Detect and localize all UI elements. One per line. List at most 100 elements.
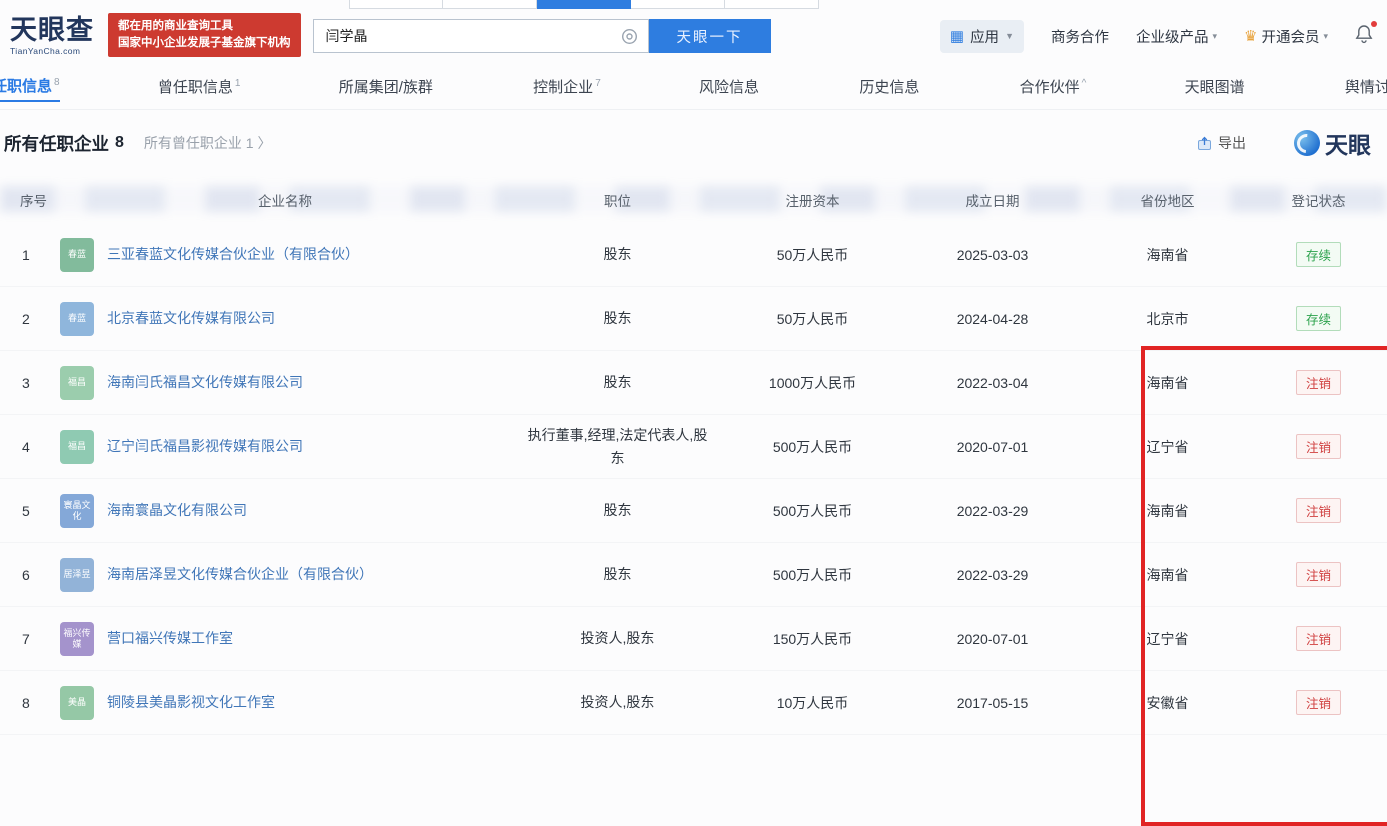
table-row: 3 福昌 海南闫氏福昌文化传媒有限公司 股东 1000万人民币 2022-03-… bbox=[0, 351, 1387, 415]
tab-count: 1 bbox=[234, 78, 241, 89]
profile-tab[interactable]: 天眼图谱 bbox=[1185, 76, 1247, 101]
profile-tab[interactable]: 历史信息 bbox=[859, 76, 921, 101]
profile-tab[interactable]: 曾任职信息 1 bbox=[158, 76, 241, 101]
table-row: 1 春蓝 三亚春蓝文化传媒合伙企业（有限合伙） 股东 50万人民币 2025-0… bbox=[0, 223, 1387, 287]
company-logo: 春蓝 bbox=[60, 237, 94, 272]
nav-enterprise-products[interactable]: 企业级产品 ▾ bbox=[1136, 26, 1217, 47]
search-type-tab[interactable] bbox=[349, 0, 443, 9]
camera-search-icon[interactable] bbox=[621, 28, 638, 45]
tab-label: 合作伙伴 bbox=[1019, 79, 1080, 96]
watermark-text: 天眼 bbox=[1325, 132, 1371, 158]
search-button[interactable]: 天眼一下 bbox=[648, 19, 771, 53]
nav-apps-label: 应用 bbox=[970, 29, 1000, 46]
date-cell: 2022-03-29 bbox=[956, 502, 1029, 519]
search-type-tab[interactable] bbox=[725, 0, 819, 9]
company-name-link[interactable]: 北京春蓝文化传媒有限公司 bbox=[107, 308, 275, 328]
nav-open-vip[interactable]: ♛ 开通会员 ▾ bbox=[1244, 26, 1328, 47]
status-badge: 注销 bbox=[1295, 562, 1341, 587]
position-cell: 股东 bbox=[603, 566, 632, 583]
nav-business-coop[interactable]: 商务合作 bbox=[1051, 26, 1109, 47]
table-body: 1 春蓝 三亚春蓝文化传媒合伙企业（有限合伙） 股东 50万人民币 2025-0… bbox=[0, 223, 1387, 735]
position-cell: 股东 bbox=[603, 374, 632, 391]
search-type-tab[interactable] bbox=[631, 0, 725, 9]
profile-tab[interactable]: 所属集团/族群 bbox=[339, 76, 435, 101]
former-positions-link[interactable]: 所有曾任职企业 1 〉 bbox=[144, 133, 272, 153]
export-label: 导出 bbox=[1218, 135, 1246, 151]
row-index: 7 bbox=[22, 630, 30, 647]
bell-icon bbox=[1355, 25, 1373, 44]
status-badge: 存续 bbox=[1295, 306, 1341, 331]
col-header-capital: 注册资本 bbox=[785, 194, 840, 209]
tab-count: 8 bbox=[54, 77, 60, 88]
profile-tab[interactable]: 控制企业 7 bbox=[533, 76, 601, 101]
province-cell: 安徽省 bbox=[1146, 694, 1189, 711]
province-cell: 辽宁省 bbox=[1146, 630, 1189, 647]
table-row: 6 居泽昱 海南居泽昱文化传媒合伙企业（有限合伙） 股东 500万人民币 202… bbox=[0, 543, 1387, 607]
table-row: 7 福兴传媒 营口福兴传媒工作室 投资人,股东 150万人民币 2020-07-… bbox=[0, 607, 1387, 671]
company-name-link[interactable]: 海南寰晶文化有限公司 bbox=[107, 500, 247, 520]
province-cell: 辽宁省 bbox=[1146, 438, 1189, 455]
export-button[interactable]: 导出 bbox=[1197, 133, 1246, 153]
tab-count: 7 bbox=[595, 78, 601, 89]
nav-business-label: 商务合作 bbox=[1050, 29, 1109, 46]
chevron-down-icon: ▾ bbox=[1323, 30, 1328, 41]
table-row: 2 春蓝 北京春蓝文化传媒有限公司 股东 50万人民币 2024-04-28 北… bbox=[0, 287, 1387, 351]
profile-tab[interactable]: 任职信息8 bbox=[0, 75, 60, 102]
row-index: 5 bbox=[22, 502, 30, 519]
position-cell: 股东 bbox=[603, 502, 632, 519]
table-row: 5 寰晶文化 海南寰晶文化有限公司 股东 500万人民币 2022-03-29 … bbox=[0, 479, 1387, 543]
search-type-tabs bbox=[349, 0, 819, 9]
province-cell: 海南省 bbox=[1146, 502, 1189, 519]
company-name-link[interactable]: 辽宁闫氏福昌影视传媒有限公司 bbox=[107, 436, 303, 456]
position-cell: 投资人,股东 bbox=[580, 630, 655, 647]
apps-grid-icon: ▦ bbox=[949, 27, 965, 45]
company-logo: 福昌 bbox=[60, 365, 94, 400]
profile-tab[interactable]: 合作伙伴 ^ bbox=[1020, 76, 1087, 101]
top-header: 天眼查 TianYanCha.com 都在用的商业查询工具 国家中小企业发展子基… bbox=[0, 0, 1387, 60]
tianyancha-logo[interactable]: 天眼查 TianYanCha.com bbox=[10, 16, 94, 56]
status-badge: 注销 bbox=[1295, 498, 1341, 523]
company-logo: 春蓝 bbox=[60, 301, 94, 336]
capital-cell: 10万人民币 bbox=[776, 694, 849, 711]
tab-label: 历史信息 bbox=[859, 79, 920, 96]
tianyan-watermark: 天眼 bbox=[1294, 126, 1371, 160]
col-header-province: 省份地区 bbox=[1140, 194, 1195, 209]
company-name-link[interactable]: 三亚春蓝文化传媒合伙企业（有限合伙） bbox=[107, 244, 359, 264]
search-input[interactable] bbox=[323, 27, 621, 45]
export-icon bbox=[1198, 136, 1211, 150]
chevron-down-icon: ▾ bbox=[1212, 30, 1218, 41]
province-cell: 北京市 bbox=[1146, 310, 1189, 327]
company-logo: 居泽昱 bbox=[60, 557, 94, 592]
tab-label: 所属集团/族群 bbox=[338, 79, 433, 96]
date-cell: 2025-03-03 bbox=[956, 246, 1029, 263]
status-badge: 注销 bbox=[1295, 626, 1341, 651]
company-name-link[interactable]: 营口福兴传媒工作室 bbox=[107, 628, 233, 648]
crown-icon: ♛ bbox=[1244, 28, 1258, 45]
tianyan-eye-icon bbox=[1294, 130, 1320, 156]
profile-tab[interactable]: 舆情讨 bbox=[1345, 76, 1387, 101]
section-title: 所有任职企业 bbox=[4, 133, 109, 154]
tab-label: 控制企业 bbox=[533, 79, 594, 96]
logo-subtitle: TianYanCha.com bbox=[10, 45, 81, 56]
company-logo: 福昌 bbox=[60, 429, 94, 464]
company-name-link[interactable]: 铜陵县美晶影视文化工作室 bbox=[107, 692, 275, 712]
capital-cell: 1000万人民币 bbox=[768, 374, 857, 391]
section-header: 所有任职企业 8 所有曾任职企业 1 〉 导出 天眼 bbox=[0, 110, 1387, 170]
notification-bell[interactable] bbox=[1355, 21, 1377, 48]
search-box bbox=[312, 19, 649, 53]
capital-cell: 50万人民币 bbox=[776, 310, 849, 327]
date-cell: 2020-07-01 bbox=[956, 438, 1029, 455]
nav-apps[interactable]: ▦ 应用 ▼ bbox=[939, 19, 1024, 53]
col-header-status: 登记状态 bbox=[1291, 194, 1346, 209]
profile-tab[interactable]: 风险信息 bbox=[699, 76, 761, 101]
capital-cell: 500万人民币 bbox=[772, 566, 853, 583]
company-logo: 美晶 bbox=[60, 685, 94, 720]
company-logo: 福兴传媒 bbox=[60, 621, 94, 656]
search-type-tab[interactable] bbox=[443, 0, 537, 9]
capital-cell: 500万人民币 bbox=[772, 502, 853, 519]
position-cell: 执行董事,经理,法定代表人,股东 bbox=[527, 427, 708, 466]
search-type-tab-active[interactable] bbox=[537, 0, 631, 9]
company-name-link[interactable]: 海南居泽昱文化传媒合伙企业（有限合伙） bbox=[107, 564, 373, 584]
row-index: 1 bbox=[22, 246, 30, 263]
company-name-link[interactable]: 海南闫氏福昌文化传媒有限公司 bbox=[107, 372, 303, 392]
